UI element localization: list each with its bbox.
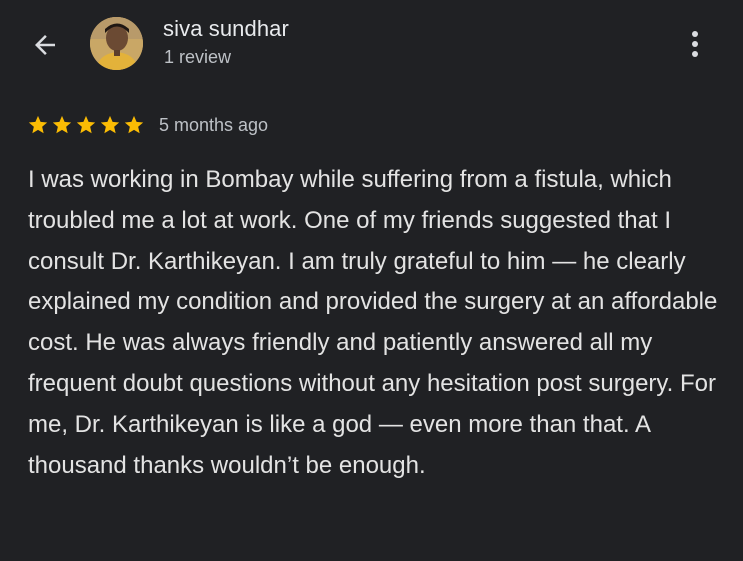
review-time: 5 months ago xyxy=(159,114,269,135)
star-icon xyxy=(100,115,120,134)
star-rating xyxy=(27,114,145,136)
reviewer-name[interactable]: siva sundhar xyxy=(163,16,289,42)
more-options-button[interactable] xyxy=(680,26,710,62)
more-vert-icon xyxy=(692,31,698,57)
review-text: I was working in Bombay while suffering … xyxy=(28,166,718,479)
star-icon xyxy=(124,115,144,134)
back-button[interactable] xyxy=(28,28,62,62)
avatar-photo xyxy=(90,17,143,70)
reviewer-avatar[interactable] xyxy=(90,17,143,70)
star-icon xyxy=(76,115,96,134)
arrow-back-icon xyxy=(35,35,55,55)
star-icon xyxy=(28,115,48,134)
review-header: siva sundhar 1 review xyxy=(0,0,743,90)
star-icon xyxy=(52,115,72,134)
rating-row: 5 months ago xyxy=(27,112,268,138)
reviewer-review-count: 1 review xyxy=(164,47,232,67)
